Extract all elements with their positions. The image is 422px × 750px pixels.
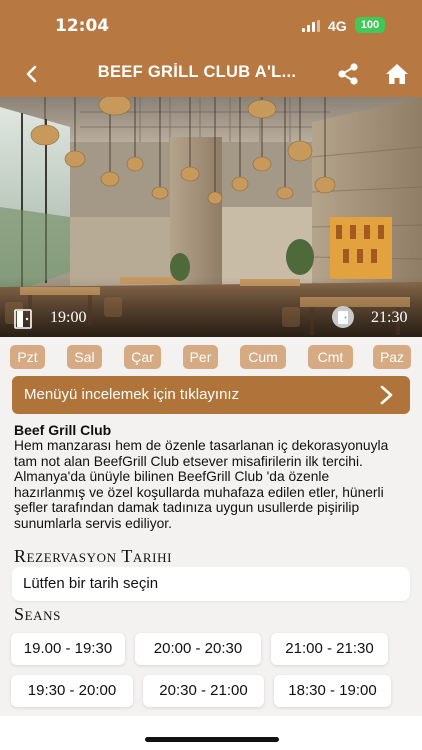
back-button[interactable] [18,60,46,88]
status-bar: 12:04 4G 100 [0,0,422,50]
day-tab-cmt[interactable]: Cmt [308,345,353,369]
network-type: 4G [328,18,347,34]
session-slot[interactable]: 19:30 - 20:00 [11,675,133,707]
app-screen: { "status_bar": { "time": "12:04", "netw… [0,0,422,750]
day-tab-paz[interactable]: Paz [373,345,411,369]
date-picker-field[interactable]: Lütfen bir tarih seçin [12,567,410,601]
bottom-safe-area [0,716,422,750]
day-tab-cum[interactable]: Cum [240,345,286,369]
chevron-right-icon [380,385,393,405]
session-slot[interactable]: 19.00 - 19:30 [11,633,125,665]
session-slot[interactable]: 20:00 - 20:30 [135,633,261,665]
door-open-icon [12,307,34,329]
restaurant-description: Hem manzarası hem de özenle tasarlanan i… [14,438,389,531]
close-time: 21:30 [371,309,408,326]
home-indicator [145,737,279,742]
status-time: 12:04 [55,16,110,36]
battery-icon: 100 [355,17,385,33]
nav-header: BEEF GRİLL CLUB A'L... [0,50,422,97]
share-icon [338,63,358,85]
reservation-heading: Rezervasyon Tarihi [14,546,173,566]
day-tab-pzt[interactable]: Pzt [10,345,45,369]
restaurant-name: Beef Grill Club [14,422,112,438]
session-slot[interactable]: 21:00 - 21:30 [271,633,388,665]
session-slot[interactable]: 18:30 - 19:00 [274,675,391,707]
home-icon [386,64,408,84]
day-tab-car[interactable]: Çar [124,345,161,369]
page-title: BEEF GRİLL CLUB A'L... [97,63,297,81]
view-menu-label: Menüyü incelemek için tıklayınız [24,386,240,403]
door-closed-icon [332,306,354,328]
sessions-heading: Seans [14,604,61,624]
share-button[interactable] [334,60,362,88]
day-tab-per[interactable]: Per [183,345,218,369]
chevron-left-icon [26,65,37,83]
day-tabs: Pzt Sal Çar Per Cum Cmt Paz [0,345,422,369]
signal-icon [302,20,320,32]
day-tab-sal[interactable]: Sal [67,345,102,369]
open-time: 19:00 [50,309,87,326]
home-button[interactable] [383,60,411,88]
restaurant-photo [0,97,422,337]
view-menu-button[interactable]: Menüyü incelemek için tıklayınız [12,376,410,414]
session-slot[interactable]: 20:30 - 21:00 [143,675,264,707]
